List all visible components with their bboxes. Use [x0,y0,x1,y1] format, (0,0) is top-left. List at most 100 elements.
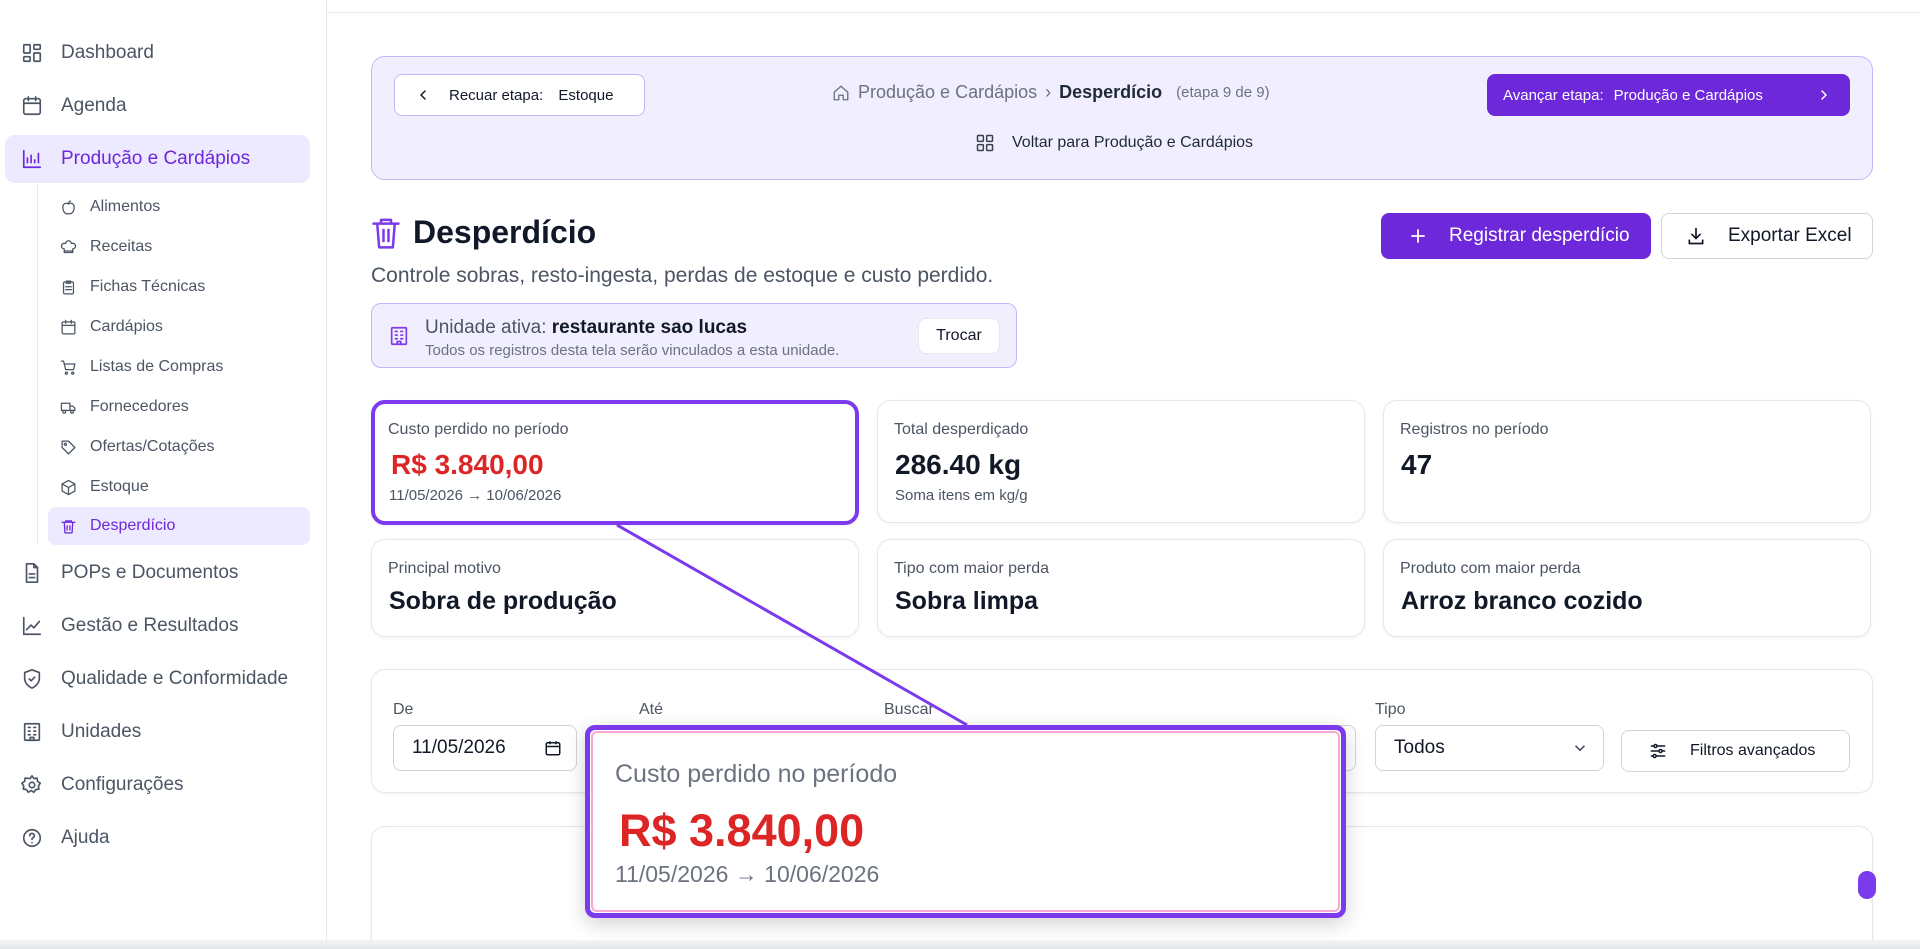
filter-search-label: Buscar [884,701,934,718]
active-unit-card: Unidade ativa: restaurante sao lucas Tod… [371,303,1017,368]
zoom-callout: Custo perdido no período R$ 3.840,00 11/… [585,725,1346,918]
subitem-label: Cardápios [90,318,163,335]
gear-icon [21,775,42,794]
stat-label: Registros no período [1400,421,1549,438]
apple-icon [62,199,75,215]
dashboard-icon [22,43,42,63]
filter-from-date-input[interactable]: 11/05/2026 [393,725,577,771]
filter-type-label: Tipo [1375,701,1406,718]
filter-type-select[interactable]: Todos [1375,725,1604,771]
stat-note: Soma itens em kg/g [895,487,1028,504]
sidebar-item-label: Dashboard [61,42,154,63]
subitem-fornecedores[interactable]: Fornecedores [48,388,310,426]
sidebar-item-label: Unidades [61,721,142,742]
sidebar-item-label: Gestão e Resultados [61,615,239,636]
filter-from-label: De [393,701,414,718]
return-link-label: Voltar para Produção e Cardápios [1012,134,1254,151]
subitem-alimentos[interactable]: Alimentos [48,188,310,226]
calendar-icon [61,319,76,335]
subitem-label: Estoque [90,478,149,495]
sidebar-item-pops[interactable]: POPs e Documentos [5,549,310,597]
sidebar-item-qualidade[interactable]: Qualidade e Conformidade [5,655,310,703]
building-icon [23,722,41,742]
active-unit-note: Todos os registros desta tela serão vinc… [425,342,840,359]
sidebar-item-gestao[interactable]: Gestão e Resultados [5,602,310,650]
stat-card-total: Total desperdiçado 286.40 kg Soma itens … [877,400,1365,523]
sidebar-item-label: Qualidade e Conformidade [61,668,289,689]
subitem-label: Fichas Técnicas [90,278,206,295]
previous-step-target: Estoque [558,86,614,104]
subitem-fichas[interactable]: Fichas Técnicas [48,268,310,306]
chef-hat-icon [60,239,77,253]
previous-step-label: Recuar etapa: [449,86,544,104]
sidebar-item-label: Ajuda [61,827,110,848]
chevron-down-icon [1574,745,1586,752]
page-subtitle: Controle sobras, resto-ingesta, perdas d… [371,264,994,287]
subitem-receitas[interactable]: Receitas [48,228,310,266]
export-excel-button[interactable]: Exportar Excel [1661,213,1873,259]
step-counter: (etapa 9 de 9) [1176,84,1270,101]
trend-icon [22,616,42,636]
active-unit-name: restaurante sao lucas [551,317,748,338]
stat-value: R$ 3.840,00 [391,449,544,480]
sidebar-item-label: Agenda [61,95,127,116]
next-step-target: Produção e Cardápios [1613,86,1763,104]
chevron-right-icon [1821,90,1827,100]
active-unit-line: Unidade ativa: restaurante sao lucas [425,317,747,339]
step-banner: Recuar etapa: Estoque Produção e Cardápi… [371,56,1873,180]
subitem-listas[interactable]: Listas de Compras [48,348,310,386]
home-icon [833,85,849,100]
previous-step-button[interactable]: Recuar etapa: Estoque [394,74,645,116]
chevron-left-icon [420,90,426,100]
sidebar: Dashboard Agenda Produção e Cardápios Al… [0,0,327,949]
stat-value: Sobra de produção [389,587,617,615]
trash-icon [371,216,401,250]
calendar-icon [22,96,42,116]
sidebar-item-dashboard[interactable]: Dashboard [5,29,310,77]
subitem-desperdicio[interactable]: Desperdício [48,507,310,545]
page-title: Desperdício [413,214,597,250]
filter-to-label: Até [639,701,664,718]
subitem-estoque[interactable]: Estoque [48,468,310,506]
sidebar-item-label: Produção e Cardápios [61,148,251,169]
sliders-icon [1650,743,1666,759]
header-divider [327,12,1920,13]
advanced-filters-button[interactable]: Filtros avançados [1621,730,1850,772]
stat-label: Total desperdiçado [894,421,1029,438]
next-step-label: Avançar etapa: [1503,86,1604,104]
panel-edge-button[interactable] [1858,871,1876,899]
sidebar-item-producao[interactable]: Produção e Cardápios [5,135,310,183]
sidebar-item-agenda[interactable]: Agenda [5,82,310,130]
help-icon [22,828,42,848]
subitem-label: Listas de Compras [90,358,224,375]
register-waste-button[interactable]: Registrar desperdício [1381,213,1651,259]
subitem-label: Alimentos [90,198,161,215]
next-step-button[interactable]: Avançar etapa: Produção e Cardápios [1487,74,1850,116]
export-excel-label: Exportar Excel [1728,225,1852,246]
change-unit-button[interactable]: Trocar [918,318,1000,354]
sidebar-item-configuracoes[interactable]: Configurações [5,761,310,809]
breadcrumb: Produção e Cardápios › Desperdício (etap… [832,82,1270,103]
subitem-label: Desperdício [90,517,176,534]
bottom-edge [0,940,1920,949]
stat-label: Produto com maior perda [1400,560,1581,577]
calendar-icon [545,741,561,756]
stat-card-type: Tipo com maior perda Sobra limpa [877,539,1365,637]
plus-icon [1411,229,1425,243]
stat-value: 286.40 kg [895,449,1022,480]
download-icon [1688,227,1704,245]
zoom-note: 11/05/2026 → 10/06/2026 [615,861,880,887]
app-root: Dashboard Agenda Produção e Cardápios Al… [0,0,1920,949]
trash-icon [61,519,76,534]
building-icon [388,325,410,347]
return-to-module-link[interactable]: Voltar para Produção e Cardápios [975,133,1253,153]
stat-card-cost: Custo perdido no período R$ 3.840,00 11/… [371,400,859,525]
package-icon [61,479,76,495]
sidebar-item-unidades[interactable]: Unidades [5,708,310,756]
sidebar-item-ajuda[interactable]: Ajuda [5,814,310,862]
subitem-cardapios[interactable]: Cardápios [48,308,310,346]
shield-check-icon [23,669,41,689]
breadcrumb-parent[interactable]: Produção e Cardápios [858,82,1037,103]
breadcrumb-current: Desperdício [1059,82,1163,102]
subitem-ofertas[interactable]: Ofertas/Cotações [48,428,310,466]
